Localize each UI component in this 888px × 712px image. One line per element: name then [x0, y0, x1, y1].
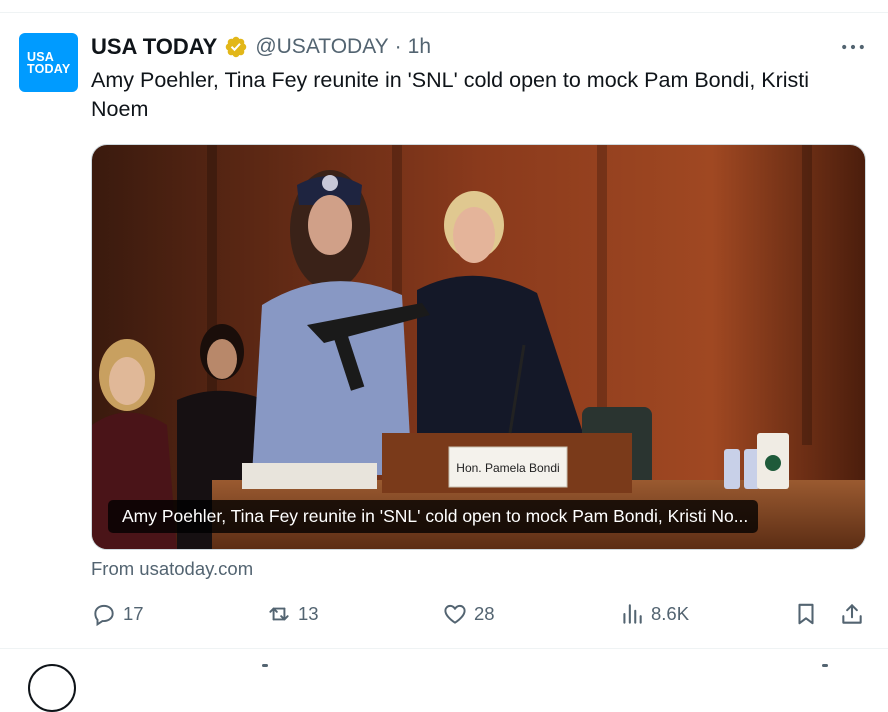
repost-button[interactable]: 13 — [266, 598, 319, 630]
bookmark-icon — [798, 603, 814, 625]
views-button[interactable]: 8.6K — [619, 598, 689, 630]
repost-icon — [269, 607, 289, 621]
more-horizontal-icon — [842, 44, 864, 50]
reply-icon — [94, 604, 114, 627]
avatar[interactable]: USA TODAY — [19, 33, 78, 92]
next-tweet-peek-mark — [822, 664, 828, 667]
views-count: 8.6K — [651, 603, 690, 624]
tweet-text: Amy Poehler, Tina Fey reunite in 'SNL' c… — [91, 68, 810, 121]
tweet-header: USA TODAY @USATODAY · 1h — [91, 33, 431, 61]
more-options-button[interactable] — [838, 36, 868, 58]
bottom-divider — [0, 648, 888, 649]
like-button[interactable]: 28 — [442, 598, 495, 630]
card-source[interactable]: From usatoday.com — [91, 558, 253, 580]
separator-dot: · — [394, 35, 402, 58]
display-name[interactable]: USA TODAY — [91, 34, 217, 60]
avatar-line-1: USA — [27, 49, 54, 64]
reply-count: 17 — [123, 603, 144, 624]
heart-icon — [444, 604, 466, 624]
next-tweet-avatar[interactable] — [28, 664, 76, 712]
share-icon — [842, 604, 862, 624]
verified-badge-icon[interactable] — [224, 35, 248, 59]
like-count: 28 — [474, 603, 495, 624]
share-button[interactable] — [839, 598, 865, 630]
reply-button[interactable]: 17 — [91, 598, 144, 630]
next-tweet-peek-mark — [262, 664, 268, 667]
handle[interactable]: @USATODAY — [255, 35, 388, 59]
nameplate-text: Hon. Pamela Bondi — [456, 461, 559, 475]
avatar-line-2: TODAY — [27, 61, 71, 76]
top-divider — [0, 12, 888, 13]
card-caption: Amy Poehler, Tina Fey reunite in 'SNL' c… — [108, 500, 759, 533]
bookmark-button[interactable] — [793, 598, 819, 630]
link-card-image[interactable]: Hon. Pamela Bondi Amy Poehler, Tina Fey … — [91, 144, 866, 550]
repost-count: 13 — [298, 603, 319, 624]
timestamp[interactable]: 1h — [408, 35, 431, 59]
action-bar: 17 13 28 8.6K — [91, 598, 866, 630]
card-photo: Hon. Pamela Bondi — [92, 145, 865, 549]
views-icon — [623, 604, 642, 624]
